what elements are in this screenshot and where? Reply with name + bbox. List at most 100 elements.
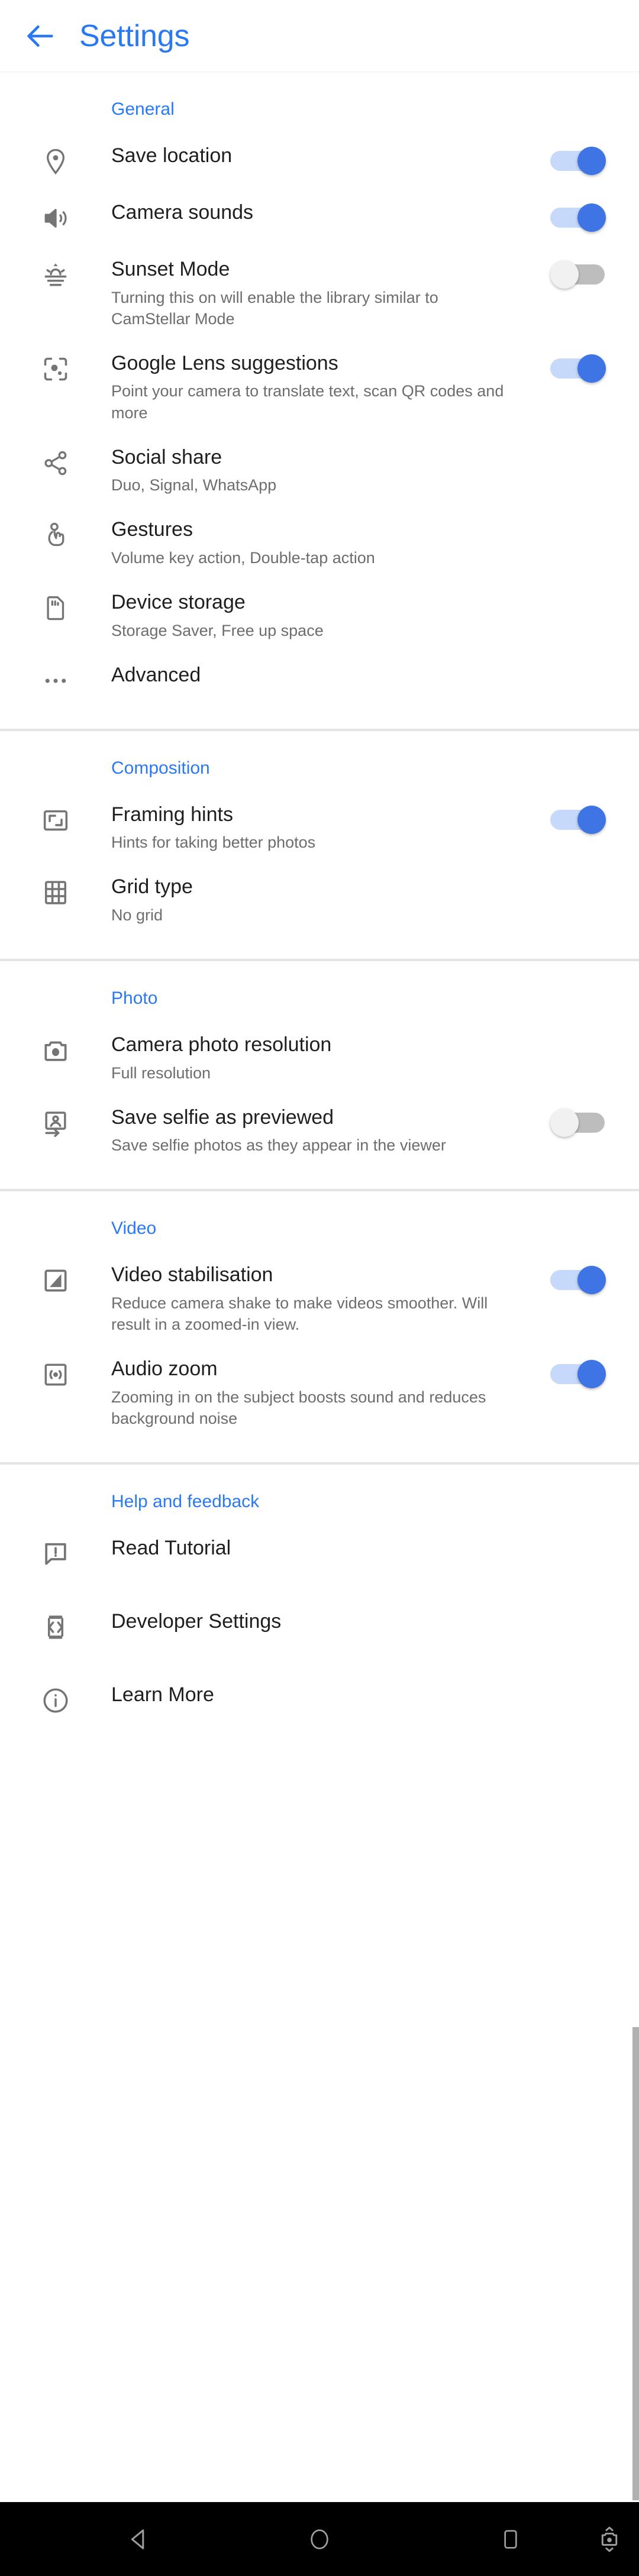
setting-text-block: Camera sounds [111,200,525,225]
nav-back-button[interactable] [112,2513,166,2566]
setting-subtitle: Save selfie photos as they appear in the… [111,1136,446,1155]
setting-row-audio-zoom[interactable]: Audio zoom Zooming in on the subject boo… [0,1346,639,1462]
setting-text-block: Framing hints Hints for taking better ph… [111,802,525,854]
toggle-thumb [577,1360,606,1389]
nav-back-triangle-icon [125,2525,153,2554]
setting-row-device-storage[interactable]: Device storage Storage Saver, Free up sp… [0,579,639,652]
setting-row-google-lens-suggestions[interactable]: Google Lens suggestions Point your camer… [0,340,639,434]
setting-row-framing-hints[interactable]: Framing hints Hints for taking better ph… [0,791,639,864]
setting-subtitle: Duo, Signal, WhatsApp [111,476,277,494]
setting-title: Social share [111,445,222,468]
more-horiz-icon [0,662,111,696]
nav-rotate-screenshot-icon [596,2526,622,2552]
setting-row-save-location[interactable]: Save location [0,132,639,189]
settings-list: General Save location Camera sounds Suns… [0,72,639,2502]
setting-text-block: Grid type No grid [111,874,525,926]
nav-recents-square-icon [499,2527,522,2551]
arrow-back-icon [23,19,57,53]
setting-row-gestures[interactable]: Gestures Volume key action, Double-tap a… [0,506,639,579]
lens-scan-icon [0,351,111,384]
app-bar: Settings [0,0,639,72]
toggle-camera-sounds[interactable] [550,203,607,232]
setting-title: Gestures [111,518,193,541]
setting-row-learn-more[interactable]: Learn More [0,1672,639,1745]
setting-text-block: Camera photo resolution Full resolution [111,1032,525,1084]
toggle-google-lens-suggestions[interactable] [550,354,607,383]
section-header-composition: Composition [111,758,210,778]
back-button[interactable] [12,8,69,64]
setting-row-save-selfie-as-previewed[interactable]: Save selfie as previewed Save selfie pho… [0,1094,639,1190]
setting-text-block: Sunset Mode Turning this on will enable … [111,257,525,329]
setting-control [525,1262,632,1295]
setting-text-block: Save selfie as previewed Save selfie pho… [111,1105,525,1156]
grid-icon [0,874,111,907]
setting-control [525,1682,632,1686]
setting-row-developer-settings[interactable]: Developer Settings [0,1598,639,1672]
setting-control [525,445,632,448]
section-header-photo: Photo [111,988,158,1009]
sd-card-icon [0,590,111,623]
setting-text-block: Gestures Volume key action, Double-tap a… [111,517,525,568]
volume-up-icon [0,200,111,233]
setting-control [525,517,632,521]
crop-frame-icon [0,802,111,835]
section-composition: Composition Framing hints Hints for taki… [0,728,639,959]
setting-control [525,590,632,593]
section-photo: Photo Camera photo resolution Full resol… [0,959,639,1190]
nav-recents-button[interactable] [484,2513,537,2566]
toggle-audio-zoom[interactable] [550,1360,607,1389]
setting-row-advanced[interactable]: Advanced [0,652,639,729]
setting-control [525,802,632,834]
settings-screen: Settings General Save location Camera so… [0,0,639,2576]
setting-text-block: Read Tutorial [111,1536,525,1561]
camera-icon [0,1032,111,1065]
setting-row-grid-type[interactable]: Grid type No grid [0,864,639,959]
setting-title: Advanced [111,663,201,686]
setting-control [525,351,632,383]
section-video: Video Video stabilisation Reduce camera … [0,1189,639,1463]
setting-title: Framing hints [111,803,233,826]
setting-title: Learn More [111,1683,214,1706]
toggle-save-location[interactable] [550,147,607,175]
setting-row-social-share[interactable]: Social share Duo, Signal, WhatsApp [0,434,639,507]
toggle-sunset-mode[interactable] [550,260,607,289]
vertical-scrollbar[interactable] [632,2027,639,2500]
nav-rotate-button[interactable] [583,2513,636,2566]
audio-zoom-icon [0,1356,111,1389]
setting-text-block: Audio zoom Zooming in on the subject boo… [111,1356,525,1429]
setting-control [525,1609,632,1612]
setting-title: Developer Settings [111,1610,282,1633]
setting-row-video-stabilisation[interactable]: Video stabilisation Reduce camera shake … [0,1252,639,1346]
nav-home-button[interactable] [293,2513,346,2566]
developer-icon [0,1609,111,1642]
setting-subtitle: Point your camera to translate text, sca… [111,382,504,422]
setting-row-sunset-mode[interactable]: Sunset Mode Turning this on will enable … [0,246,639,340]
setting-control [525,1356,632,1389]
section-general: General Save location Camera sounds Suns… [0,72,639,729]
setting-title: Save location [111,144,233,167]
page-title: Settings [79,18,190,53]
setting-row-camera-photo-resolution[interactable]: Camera photo resolution Full resolution [0,1022,639,1094]
location-pin-icon [0,143,111,176]
toggle-thumb [577,1266,606,1295]
setting-row-read-tutorial[interactable]: Read Tutorial [0,1525,639,1598]
setting-title: Read Tutorial [111,1537,231,1560]
setting-subtitle: Storage Saver, Free up space [111,621,324,639]
setting-text-block: Google Lens suggestions Point your camer… [111,351,525,424]
setting-row-camera-sounds[interactable]: Camera sounds [0,189,639,246]
setting-control [525,662,632,666]
toggle-video-stabilisation[interactable] [550,1266,607,1295]
setting-subtitle: Turning this on will enable the library … [111,288,438,328]
toggle-framing-hints[interactable] [550,805,607,834]
selfie-flip-icon [0,1105,111,1138]
setting-subtitle: Zooming in on the subject boosts sound a… [111,1388,486,1427]
setting-subtitle: Full resolution [111,1064,211,1082]
setting-title: Grid type [111,875,193,898]
setting-subtitle: Hints for taking better photos [111,833,316,852]
setting-title: Audio zoom [111,1358,218,1381]
toggle-save-selfie-as-previewed[interactable] [550,1108,607,1137]
stabilisation-icon [0,1262,111,1295]
setting-control [525,1536,632,1539]
setting-text-block: Video stabilisation Reduce camera shake … [111,1262,525,1335]
setting-subtitle: Reduce camera shake to make videos smoot… [111,1294,488,1334]
